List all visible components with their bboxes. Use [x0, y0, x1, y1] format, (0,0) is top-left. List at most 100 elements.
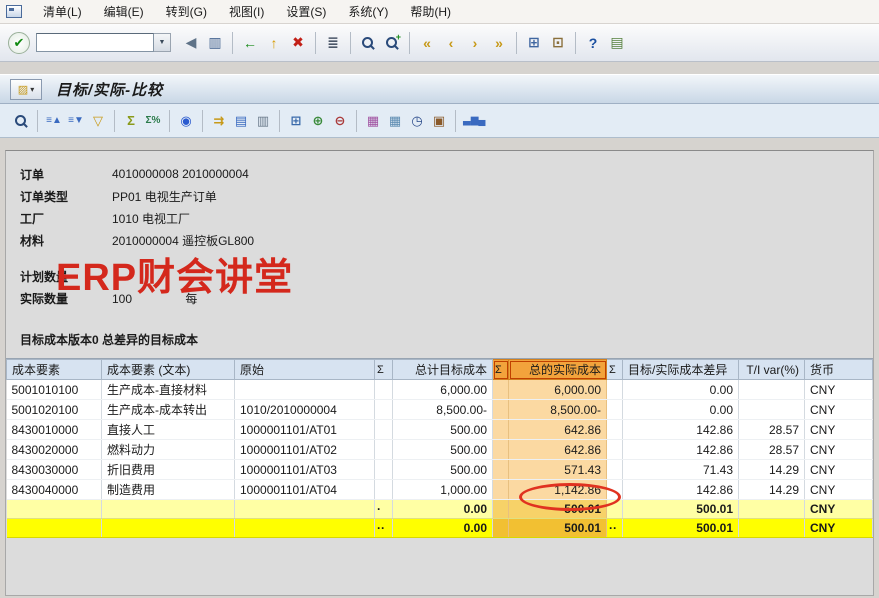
- cell-sigma[interactable]: [607, 380, 623, 400]
- command-field-collapse-icon[interactable]: ◀: [179, 31, 203, 55]
- cell-currency[interactable]: CNY: [805, 460, 873, 480]
- cell-actual-cost[interactable]: 500.01: [509, 519, 607, 538]
- filter-icon[interactable]: ▽: [87, 110, 109, 132]
- cell-ti-var[interactable]: [739, 400, 805, 420]
- grid-view-icon[interactable]: ⊞: [285, 110, 307, 132]
- detail-icon[interactable]: [10, 110, 32, 132]
- cell-sigma[interactable]: [493, 519, 509, 538]
- sum-icon[interactable]: Σ: [120, 110, 142, 132]
- cell-variance[interactable]: 500.01: [623, 519, 739, 538]
- cell-sigma[interactable]: [375, 460, 393, 480]
- clock-icon[interactable]: ◷: [406, 110, 428, 132]
- cell-sigma[interactable]: [375, 480, 393, 500]
- cell-cost-element-text[interactable]: 生产成本-成本转出: [102, 400, 235, 420]
- cell-origin[interactable]: [235, 380, 375, 400]
- cell-sigma[interactable]: [375, 400, 393, 420]
- export-icon[interactable]: ⇉: [208, 110, 230, 132]
- cell-target-cost[interactable]: 6,000.00: [393, 380, 493, 400]
- cell-ti-var[interactable]: 28.57: [739, 420, 805, 440]
- cell-target-cost[interactable]: 1,000.00: [393, 480, 493, 500]
- cell-origin[interactable]: 1010/2010000004: [235, 400, 375, 420]
- column-header-variance[interactable]: 目标/实际成本差异: [623, 360, 739, 380]
- cell-variance[interactable]: 0.00: [623, 400, 739, 420]
- cell-cost-element-text[interactable]: 燃料动力: [102, 440, 235, 460]
- cell-cost-element-text[interactable]: 折旧费用: [102, 460, 235, 480]
- cell-currency[interactable]: CNY: [805, 440, 873, 460]
- table-row[interactable]: 8430040000 制造费用 1000001101/AT04 1,000.00…: [7, 480, 873, 500]
- cell-variance[interactable]: 500.01: [623, 500, 739, 519]
- find-next-icon[interactable]: +: [380, 31, 404, 55]
- cell-origin[interactable]: [235, 519, 375, 538]
- menu-item-list[interactable]: 清单(L): [32, 0, 93, 23]
- exit-icon[interactable]: ↑: [262, 31, 286, 55]
- select-layout-icon[interactable]: ▦: [384, 110, 406, 132]
- table-row[interactable]: 5001010100 生产成本-直接材料 6,000.00 6,000.00 0…: [7, 380, 873, 400]
- cell-cost-element[interactable]: 5001020100: [7, 400, 102, 420]
- menu-item-view[interactable]: 视图(I): [218, 0, 275, 23]
- cell-currency[interactable]: CNY: [805, 380, 873, 400]
- grand-total-row[interactable]: ·· 0.00 500.01 ·· 500.01 CNY: [7, 519, 873, 538]
- print-icon[interactable]: ≣: [321, 31, 345, 55]
- sort-ascending-icon[interactable]: ≡▲: [43, 110, 65, 132]
- word-processing-icon[interactable]: ▤: [230, 110, 252, 132]
- cell-cost-element[interactable]: 8430040000: [7, 480, 102, 500]
- cell-actual-cost[interactable]: 8,500.00-: [509, 400, 607, 420]
- first-page-icon[interactable]: «: [415, 31, 439, 55]
- cell-sigma[interactable]: [607, 440, 623, 460]
- menu-item-system[interactable]: 系统(Y): [337, 0, 399, 23]
- cell-variance[interactable]: 142.86: [623, 420, 739, 440]
- cell-cost-element[interactable]: 8430010000: [7, 420, 102, 440]
- cell-cost-element[interactable]: 8430020000: [7, 440, 102, 460]
- cell-cost-element[interactable]: 5001010100: [7, 380, 102, 400]
- back-icon[interactable]: ←: [238, 31, 262, 55]
- cell-sigma[interactable]: [375, 420, 393, 440]
- cell-ti-var[interactable]: [739, 500, 805, 519]
- cell-variance[interactable]: 142.86: [623, 440, 739, 460]
- table-row[interactable]: 8430010000 直接人工 1000001101/AT01 500.00 6…: [7, 420, 873, 440]
- table-row[interactable]: 8430020000 燃料动力 1000001101/AT02 500.00 6…: [7, 440, 873, 460]
- cell-currency[interactable]: CNY: [805, 400, 873, 420]
- help-icon[interactable]: ?: [581, 31, 605, 55]
- column-header-total-actual-cost[interactable]: 总的实际成本: [509, 360, 607, 380]
- cell-target-cost[interactable]: 0.00: [393, 519, 493, 538]
- cell-currency[interactable]: CNY: [805, 480, 873, 500]
- cell-origin[interactable]: 1000001101/AT02: [235, 440, 375, 460]
- cell-actual-cost[interactable]: 642.86: [509, 420, 607, 440]
- cell-target-cost[interactable]: 500.00: [393, 460, 493, 480]
- column-header-cost-element[interactable]: 成本要素: [7, 360, 102, 380]
- cell-total-marker[interactable]: ··: [375, 519, 393, 538]
- cell-total-marker[interactable]: ··: [607, 519, 623, 538]
- column-header-ti-var[interactable]: T/I var(%): [739, 360, 805, 380]
- cell-currency[interactable]: CNY: [805, 500, 873, 519]
- cell-origin[interactable]: 1000001101/AT01: [235, 420, 375, 440]
- cancel-icon[interactable]: ✖: [286, 31, 310, 55]
- column-header-sigma-target[interactable]: Σ: [375, 360, 393, 380]
- cell-origin[interactable]: 1000001101/AT03: [235, 460, 375, 480]
- column-header-origin[interactable]: 原始: [235, 360, 375, 380]
- column-header-total-target-cost[interactable]: 总计目标成本: [393, 360, 493, 380]
- insert-column-icon[interactable]: ⊕: [307, 110, 329, 132]
- cell-ti-var[interactable]: [739, 519, 805, 538]
- cell-cost-element[interactable]: [7, 519, 102, 538]
- sort-descending-icon[interactable]: ≡▼: [65, 110, 87, 132]
- cell-subtotal-marker[interactable]: ·: [375, 500, 393, 519]
- calendar-icon[interactable]: ▣: [428, 110, 450, 132]
- cell-sigma[interactable]: [493, 460, 509, 480]
- enter-icon[interactable]: ✔: [8, 32, 30, 54]
- cell-actual-cost[interactable]: 500.01: [509, 500, 607, 519]
- clipboard-icon[interactable]: ▥: [252, 110, 274, 132]
- cell-sigma[interactable]: [607, 500, 623, 519]
- cell-sigma[interactable]: [493, 400, 509, 420]
- cell-sigma[interactable]: [493, 500, 509, 519]
- system-menu-icon[interactable]: [6, 5, 22, 18]
- command-field-dropdown-icon[interactable]: ▼: [154, 33, 171, 52]
- cell-variance[interactable]: 142.86: [623, 480, 739, 500]
- cell-currency[interactable]: CNY: [805, 420, 873, 440]
- cell-origin[interactable]: 1000001101/AT04: [235, 480, 375, 500]
- column-header-sigma-actual[interactable]: Σ: [493, 360, 509, 380]
- cell-ti-var[interactable]: 14.29: [739, 480, 805, 500]
- cell-actual-cost[interactable]: 571.43: [509, 460, 607, 480]
- cell-sigma[interactable]: [607, 460, 623, 480]
- cell-sigma[interactable]: [607, 420, 623, 440]
- create-shortcut-icon[interactable]: ⊡: [546, 31, 570, 55]
